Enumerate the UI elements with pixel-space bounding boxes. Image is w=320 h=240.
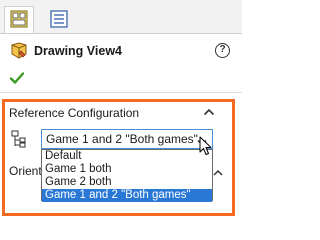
property-manager-tab[interactable]: [4, 6, 34, 34]
selected-configuration-value: Game 1 and 2 "Both games": [46, 132, 198, 146]
panel-header: Drawing View4 ?: [0, 38, 242, 66]
configuration-icon: [10, 129, 28, 152]
dropdown-option-default[interactable]: Default: [42, 150, 212, 163]
configuration-dropdown-list: Default Game 1 both Game 2 both Game 1 a…: [41, 149, 213, 202]
dropdown-option-game-1-and-2[interactable]: Game 1 and 2 "Both games": [42, 189, 212, 202]
drawing-view-icon: [10, 42, 28, 63]
reference-configuration-label: Reference Configuration: [9, 106, 140, 120]
orientation-section-label: Orient: [9, 164, 42, 178]
mouse-cursor-icon: [199, 136, 213, 159]
header-separator: [0, 92, 242, 93]
tab-divider: [0, 33, 242, 34]
help-icon[interactable]: ?: [215, 43, 230, 58]
orientation-chevron-icon[interactable]: [213, 166, 223, 180]
dropdown-option-game-2-both[interactable]: Game 2 both: [42, 176, 212, 189]
ok-checkmark-icon[interactable]: [9, 70, 25, 89]
feature-tree-icon: [50, 9, 68, 31]
feature-tree-tab[interactable]: [44, 6, 74, 34]
dropdown-option-game-1-both[interactable]: Game 1 both: [42, 163, 212, 176]
reference-configuration-select[interactable]: Game 1 and 2 "Both games": [41, 129, 213, 149]
property-manager-icon: [10, 10, 28, 31]
chevron-up-icon[interactable]: [203, 106, 215, 120]
page-title: Drawing View4: [34, 44, 122, 58]
panel-tab-bar: [0, 0, 242, 34]
